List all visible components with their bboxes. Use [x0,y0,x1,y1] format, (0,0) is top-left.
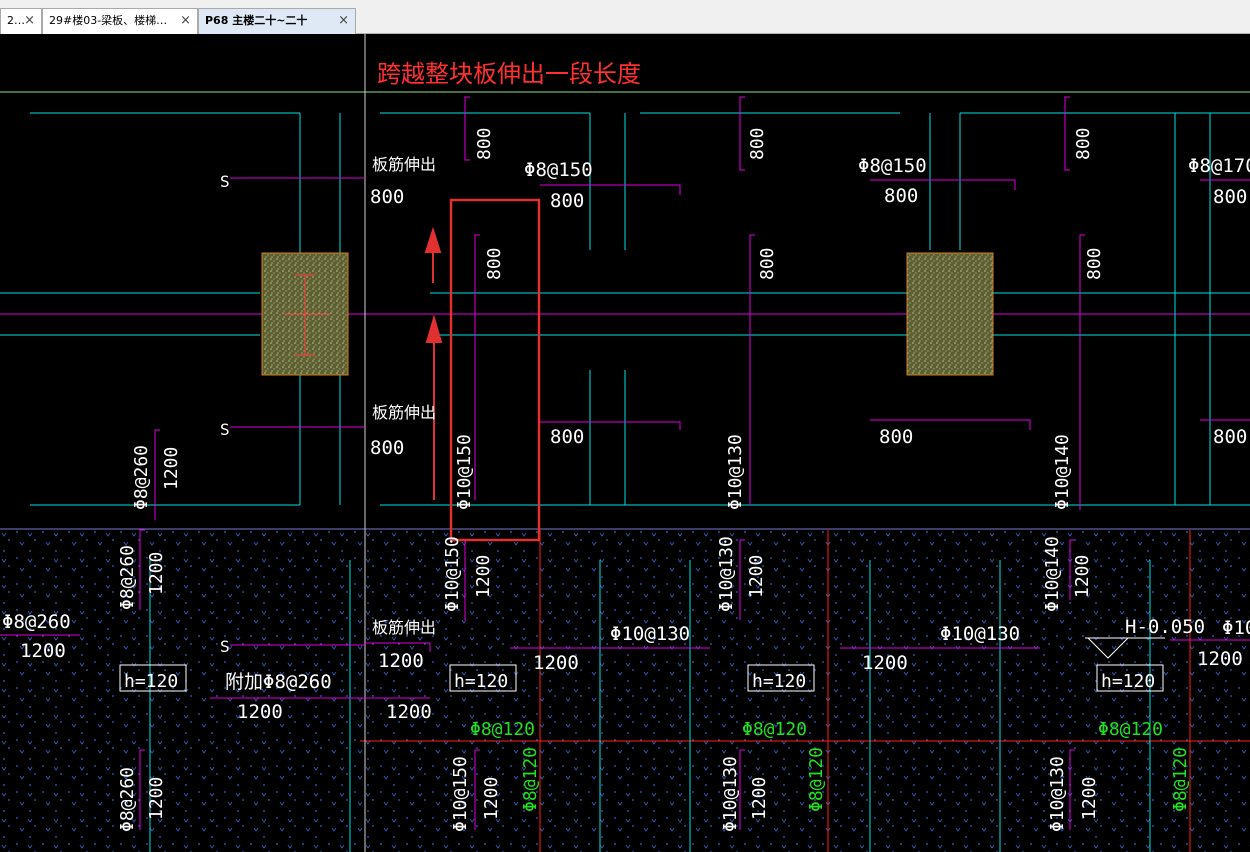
drawing-svg: 跨越整块板伸出一段长度 800 800 800 800 800 800 800 … [0,34,1250,852]
svg-text:1200: 1200 [749,777,770,820]
rebar-label: Φ8@170 [1188,155,1250,177]
arrow-up-icon [424,226,442,253]
slab-ext-label: 板筋伸出 [372,155,436,174]
dim-label: 800 [370,437,404,459]
tab-drawing-2[interactable]: 29#楼03-梁板、楼梯… × [42,8,198,34]
svg-text:800: 800 [474,127,495,160]
s-label: S [220,172,230,191]
dim-label: 1200 [1197,648,1243,670]
svg-text:h=120: h=120 [124,671,178,692]
dim-label: 1200 [533,652,579,674]
svg-text:Φ10@130: Φ10@130 [716,536,737,612]
dim-label: 800 [370,186,404,208]
dim-label: 800 [550,426,584,448]
svg-text:Φ8@260: Φ8@260 [131,445,152,510]
elevation-label: H-0.050 [1125,616,1205,638]
svg-text:800: 800 [1084,247,1105,280]
svg-text:Φ10@150: Φ10@150 [454,434,475,510]
svg-text:800: 800 [757,247,778,280]
rebar-label: Φ8@150 [524,159,593,181]
tab-label: 2… [7,14,25,27]
dim-label: 800 [550,190,584,212]
rebar-label: Φ8@260 [2,611,71,633]
svg-text:1200: 1200 [746,555,767,598]
close-icon[interactable]: × [24,9,35,33]
dim-label: 1200 [20,640,66,662]
svg-text:800: 800 [747,127,768,160]
svg-text:Φ10@150: Φ10@150 [450,756,471,832]
tab-drawing-1[interactable]: 2… × [0,8,42,34]
svg-text:1200: 1200 [1072,555,1093,598]
column-2[interactable] [906,252,994,376]
close-icon[interactable]: × [338,9,349,33]
tab-label: 29#楼03-梁板、楼梯… [49,14,168,27]
dim-label: 1200 [862,652,908,674]
svg-text:1200: 1200 [473,555,494,598]
slab-ext-label: 板筋伸出 [372,618,436,637]
dim-label: 800 [1213,426,1247,448]
svg-text:Φ8@120: Φ8@120 [520,747,541,812]
svg-text:Φ10@140: Φ10@140 [1042,536,1063,612]
svg-text:1200: 1200 [146,552,167,595]
svg-text:Φ10@130: Φ10@130 [1047,756,1068,832]
drawing-canvas[interactable]: 跨越整块板伸出一段长度 800 800 800 800 800 800 800 … [0,34,1250,852]
annotation-title: 跨越整块板伸出一段长度 [377,60,641,88]
svg-text:800: 800 [484,247,505,280]
svg-text:Φ10@150: Φ10@150 [442,536,463,612]
rebar-label: Φ8@150 [858,155,927,177]
arrows [424,226,443,500]
dim-label: 1200 [378,650,424,672]
dim-label: 800 [884,185,918,207]
svg-text:h=120: h=120 [454,671,508,692]
slab-ext-label: 板筋伸出 [372,403,436,422]
svg-text:h=120: h=120 [1101,671,1155,692]
tab-drawing-3[interactable]: P68 主楼二十~二十 × [198,8,356,34]
svg-text:Φ8@120: Φ8@120 [742,719,807,740]
svg-text:Φ8@120: Φ8@120 [1170,747,1191,812]
rebar-label: Φ10@130 [940,623,1020,645]
rebar-label: Φ10@130 [610,623,690,645]
tab-label: P68 主楼二十~二十 [205,14,308,27]
dim-label: 800 [879,426,913,448]
svg-text:h=120: h=120 [752,671,806,692]
s-label: S [220,420,230,439]
close-icon[interactable]: × [180,9,191,33]
svg-text:1200: 1200 [161,447,182,490]
arrow-up-icon [425,314,443,343]
svg-text:1200: 1200 [146,777,167,820]
svg-text:Φ8@260: Φ8@260 [117,545,138,610]
cad-window: 2… × 29#楼03-梁板、楼梯… × P68 主楼二十~二十 × 跨越整块板… [0,0,1250,852]
svg-text:1200: 1200 [481,777,502,820]
rebar-label: 附加Φ8@260 [225,671,332,693]
svg-text:Φ10@130: Φ10@130 [725,434,746,510]
dim-label: 800 [1213,186,1247,208]
document-tab-bar: 2… × 29#楼03-梁板、楼梯… × P68 主楼二十~二十 × [0,0,1250,34]
svg-text:Φ8@120: Φ8@120 [806,747,827,812]
svg-text:Φ10@130: Φ10@130 [720,756,741,832]
svg-text:1200: 1200 [1079,777,1100,820]
svg-text:Φ8@120: Φ8@120 [1098,719,1163,740]
s-label: S [220,637,230,656]
dim-label: 1200 [237,701,283,723]
dim-label: 1200 [386,701,432,723]
svg-text:Φ8@260: Φ8@260 [117,767,138,832]
rebar-label: Φ10 [1222,617,1250,639]
svg-text:Φ8@120: Φ8@120 [470,719,535,740]
svg-text:Φ10@140: Φ10@140 [1052,434,1073,510]
svg-text:800: 800 [1073,127,1094,160]
